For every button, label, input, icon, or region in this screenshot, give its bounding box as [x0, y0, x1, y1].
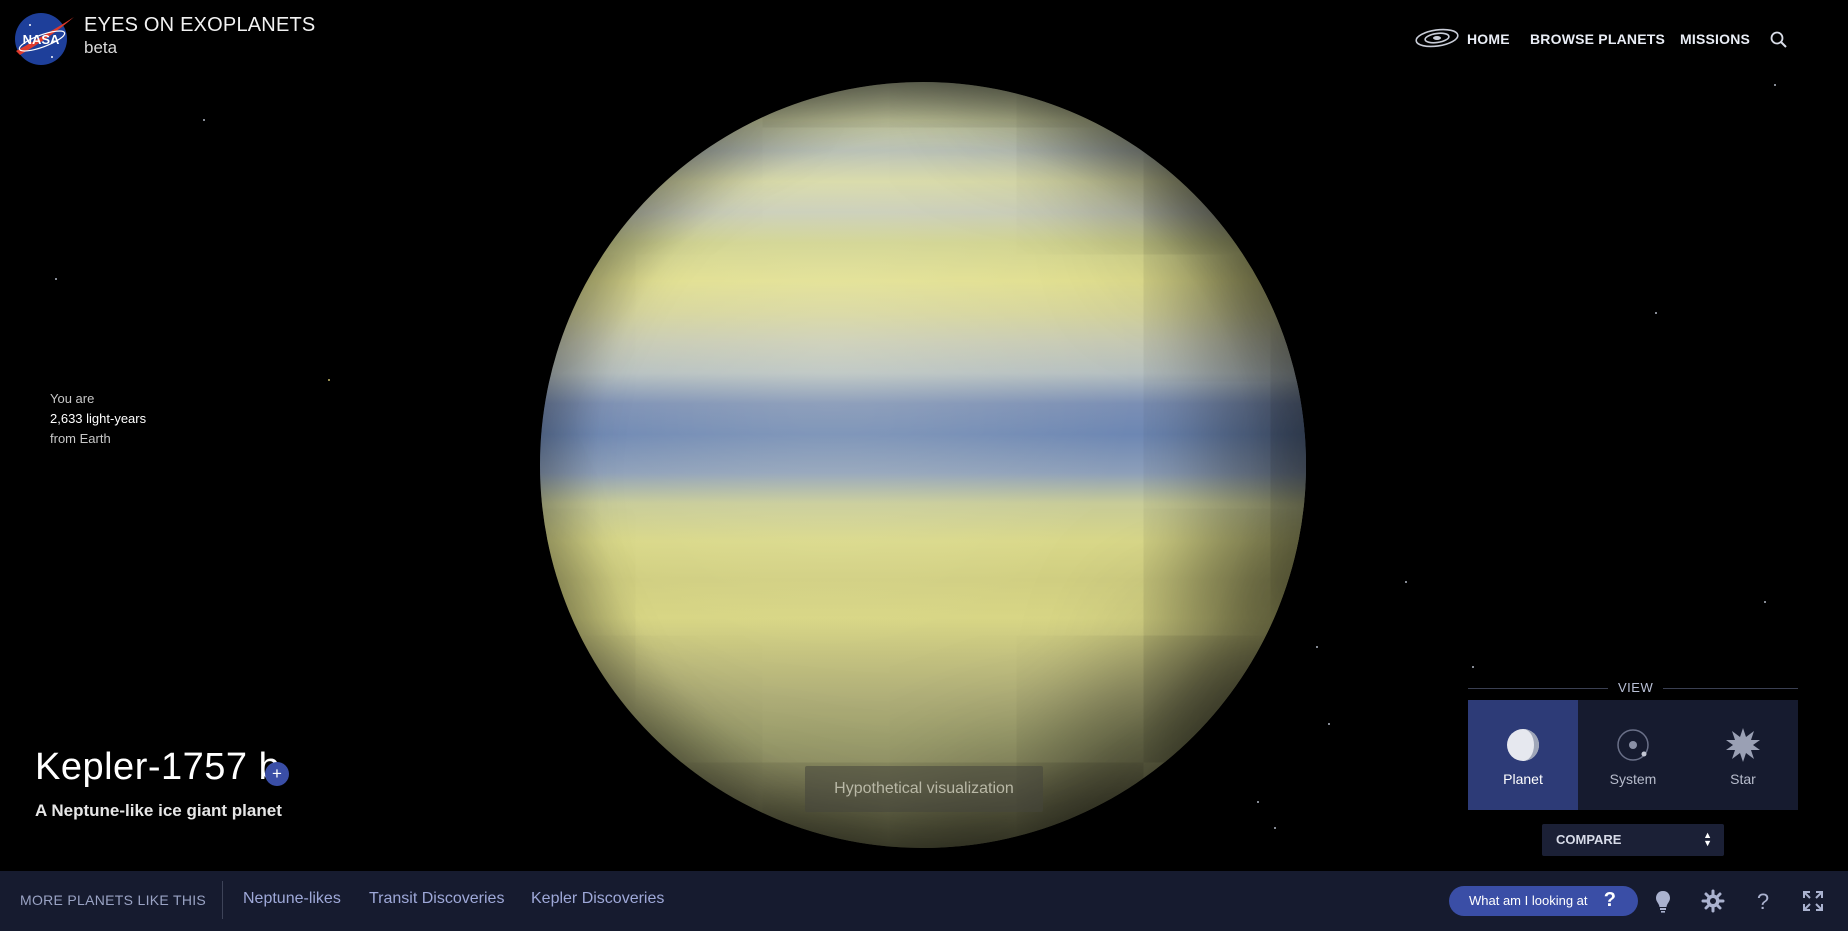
app-title[interactable]: EYES ON EXOPLANETS	[84, 14, 315, 37]
add-to-compare-button[interactable]: +	[265, 762, 289, 786]
nav-browse-planets[interactable]: BROWSE PLANETS	[1530, 31, 1665, 47]
what-am-i-looking-at-button[interactable]: What am I looking at ?	[1449, 886, 1638, 916]
star	[1764, 601, 1766, 603]
hypothetical-visualization-note: Hypothetical visualization	[805, 766, 1043, 812]
search-icon[interactable]	[1768, 29, 1790, 51]
planet-description: A Neptune-like ice giant planet	[35, 801, 282, 820]
nasa-logo[interactable]: NASA	[12, 11, 74, 65]
distance-suffix: from Earth	[50, 431, 111, 446]
bottom-divider	[222, 881, 223, 919]
star	[55, 278, 57, 280]
svg-text:?: ?	[1757, 889, 1769, 914]
star	[1472, 666, 1474, 668]
link-transit-discoveries[interactable]: Transit Discoveries	[369, 890, 504, 908]
view-option-planet[interactable]: Planet	[1468, 700, 1578, 810]
view-option-label: Star	[1730, 771, 1756, 787]
star	[1774, 84, 1776, 86]
nasa-meatball-logo-icon: NASA	[15, 13, 74, 65]
galaxy-icon[interactable]	[1414, 27, 1460, 49]
star	[203, 119, 205, 121]
nav-missions[interactable]: MISSIONS	[1680, 31, 1750, 47]
question-icon: ?	[1603, 889, 1616, 911]
nav-home[interactable]: HOME	[1467, 31, 1510, 47]
distance-value: 2,633 light-years	[50, 411, 147, 426]
link-neptune-likes[interactable]: Neptune-likes	[243, 890, 341, 908]
view-option-label: System	[1609, 771, 1657, 787]
view-label: VIEW	[1608, 680, 1664, 695]
distance-prefix: You are	[50, 391, 95, 406]
planet-visualization[interactable]	[540, 82, 1306, 848]
planet-icon	[1507, 729, 1539, 761]
planet-name: Kepler-1757 b	[35, 746, 281, 788]
more-planets-label: MORE PLANETS LIKE THIS	[20, 892, 207, 908]
view-option-system[interactable]: System	[1578, 700, 1688, 810]
select-arrows-icon: ▲ ▼	[1703, 830, 1712, 848]
star	[1405, 581, 1407, 583]
lightbulb-icon[interactable]	[1650, 888, 1676, 914]
help-icon[interactable]: ?	[1750, 888, 1776, 914]
star	[1655, 312, 1657, 314]
star	[1274, 827, 1276, 829]
what-am-i-looking-at-label: What am I looking at	[1469, 893, 1588, 908]
star	[328, 379, 330, 381]
fullscreen-icon[interactable]	[1800, 888, 1826, 914]
view-option-star[interactable]: Star	[1688, 700, 1798, 810]
link-kepler-discoveries[interactable]: Kepler Discoveries	[531, 890, 664, 908]
view-selector: Planet System Star	[1468, 700, 1798, 810]
view-option-label: Planet	[1503, 771, 1543, 787]
compare-label: COMPARE	[1556, 832, 1622, 847]
star	[1328, 723, 1330, 725]
compare-select[interactable]: COMPARE ▲ ▼	[1542, 824, 1724, 856]
star	[1316, 646, 1318, 648]
settings-gear-icon[interactable]	[1700, 888, 1726, 914]
distance-readout: You are 2,633 light-years from Earth	[50, 389, 146, 449]
nasa-logo-text: NASA	[23, 32, 60, 47]
star-icon	[1726, 728, 1760, 762]
system-icon	[1617, 729, 1649, 761]
star	[1257, 801, 1259, 803]
app-subtitle: beta	[84, 38, 118, 57]
